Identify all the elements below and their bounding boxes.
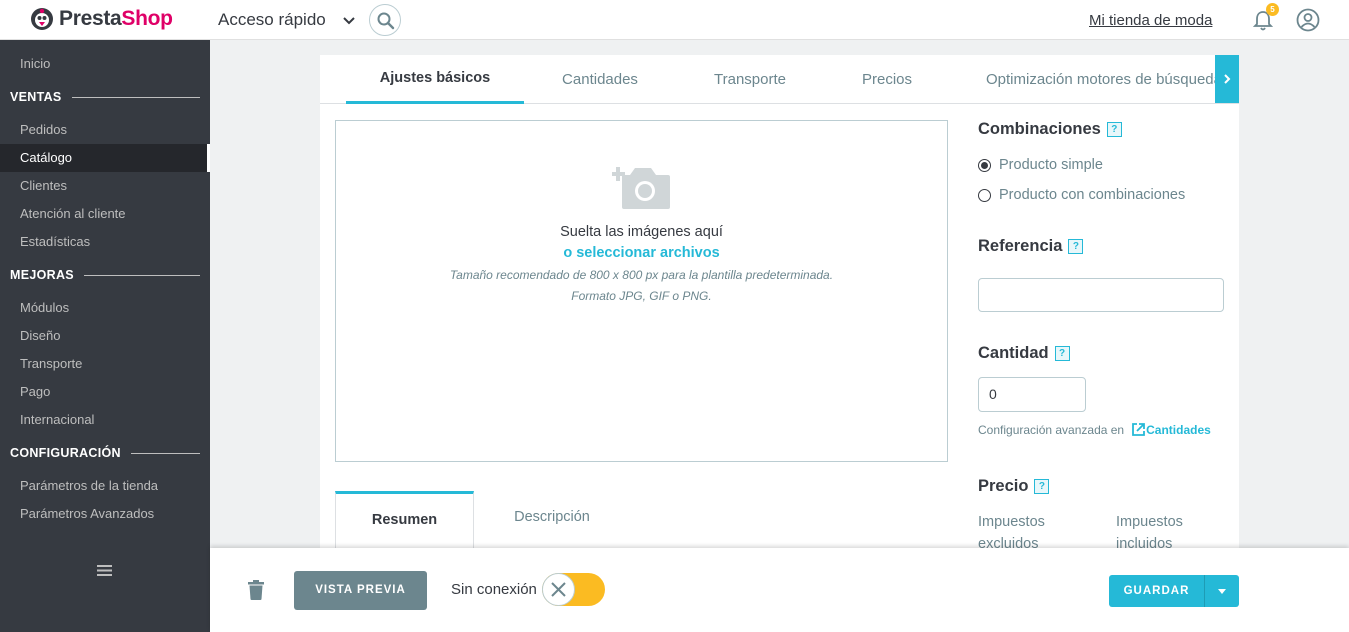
sidebar-item-modulos[interactable]: Módulos	[0, 294, 210, 322]
sidebar-section-configuracion: CONFIGURACIÓN	[10, 446, 200, 460]
close-icon	[551, 582, 566, 597]
price-label: Precio	[978, 477, 1029, 495]
sidebar-item-parametros-avanzados[interactable]: Parámetros Avanzados	[0, 500, 210, 528]
quantities-link-label: Cantidades	[1146, 422, 1211, 437]
tab-seo[interactable]: Optimización motores de búsqueda	[980, 55, 1215, 104]
help-icon[interactable]: ?	[1068, 239, 1084, 254]
add-photo-icon	[612, 167, 670, 209]
notification-badge: 5	[1266, 3, 1279, 16]
help-icon[interactable]: ?	[1106, 122, 1122, 137]
section-divider	[130, 452, 200, 454]
section-title: MEJORAS	[10, 268, 74, 282]
footer-action-bar: VISTA PREVIA Sin conexión GUARDAR	[210, 548, 1349, 632]
trash-icon[interactable]	[248, 580, 264, 600]
section-divider	[71, 96, 200, 98]
tab-precios[interactable]: Precios	[840, 55, 934, 104]
quantity-input[interactable]: 0	[978, 377, 1086, 412]
subtab-resumen[interactable]: Resumen	[335, 491, 474, 555]
radio-label: Producto simple	[999, 157, 1103, 173]
combinations-heading: Combinaciones?	[978, 120, 1122, 139]
online-toggle[interactable]	[542, 573, 605, 606]
quantity-heading: Cantidad?	[978, 344, 1070, 363]
radio-unchecked-icon[interactable]	[978, 188, 991, 202]
sidebar-section-mejoras: MEJORAS	[10, 268, 200, 282]
image-dropzone[interactable]: Suelta las imágenes aquí o seleccionar a…	[335, 120, 948, 462]
combinations-label: Combinaciones	[978, 120, 1101, 138]
sidebar-item-estadisticas[interactable]: Estadísticas	[0, 228, 210, 256]
prestashop-logo[interactable]: PrestaShop	[30, 7, 173, 31]
sidebar-item-catalogo[interactable]: Catálogo	[0, 144, 210, 172]
preview-button[interactable]: VISTA PREVIA	[294, 571, 427, 610]
quantities-link[interactable]: Cantidades	[1131, 422, 1211, 437]
quick-access-label[interactable]: Acceso rápido	[218, 10, 326, 30]
sidebar-item-pedidos[interactable]: Pedidos	[0, 116, 210, 144]
advanced-settings-text: Configuración avanzada en	[978, 422, 1125, 437]
section-title: VENTAS	[10, 90, 62, 104]
offline-label: Sin conexión	[451, 581, 537, 598]
sidebar-item-diseno[interactable]: Diseño	[0, 322, 210, 350]
tab-ajustes-basicos[interactable]: Ajustes básicos	[346, 55, 524, 104]
reference-label: Referencia	[978, 237, 1063, 255]
user-avatar-icon[interactable]	[1296, 8, 1320, 32]
tab-cantidades[interactable]: Cantidades	[540, 55, 660, 104]
logo-text-part1: Presta	[59, 7, 122, 30]
quantity-label: Cantidad	[978, 344, 1049, 362]
sidebar-item-transporte[interactable]: Transporte	[0, 350, 210, 378]
search-button[interactable]	[369, 4, 401, 36]
logo-text: PrestaShop	[59, 7, 173, 31]
dropzone-hint-format: Formato JPG, GIF o PNG.	[571, 289, 712, 303]
chevron-right-icon	[1224, 74, 1231, 84]
sidebar-item-atencion[interactable]: Atención al cliente	[0, 200, 210, 228]
dropzone-title: Suelta las imágenes aquí	[560, 224, 723, 240]
sidebar-item-clientes[interactable]: Clientes	[0, 172, 210, 200]
product-tabs: Ajustes básicos Cantidades Transporte Pr…	[320, 55, 1239, 104]
external-link-icon	[1132, 423, 1146, 436]
top-header: PrestaShop Acceso rápido Mi tienda de mo…	[0, 0, 1349, 40]
section-title: CONFIGURACIÓN	[10, 446, 121, 460]
toggle-knob	[542, 573, 575, 606]
puffin-logo-icon	[31, 8, 53, 30]
advanced-settings-row: Configuración avanzada en Cantidades	[978, 422, 1211, 437]
save-button[interactable]: GUARDAR	[1109, 575, 1204, 607]
save-options-dropdown[interactable]	[1204, 575, 1239, 607]
radio-label: Producto con combinaciones	[999, 187, 1186, 203]
sidebar-item-parametros-tienda[interactable]: Parámetros de la tienda	[0, 472, 210, 500]
sidebar-item-internacional[interactable]: Internacional	[0, 406, 210, 434]
help-icon[interactable]: ?	[1054, 346, 1070, 361]
section-divider	[83, 274, 200, 276]
sidebar-section-ventas: VENTAS	[10, 90, 200, 104]
dropzone-hint-size: Tamaño recomendado de 800 x 800 px para …	[449, 268, 834, 282]
sidebar-item-pago[interactable]: Pago	[0, 378, 210, 406]
sidebar-item-inicio[interactable]: Inicio	[0, 50, 210, 78]
sidebar: Inicio VENTAS Pedidos Catálogo Clientes …	[0, 40, 210, 632]
menu-collapse-icon[interactable]	[97, 564, 112, 577]
tabs-scroll-right-button[interactable]	[1215, 55, 1239, 103]
help-icon[interactable]: ?	[1034, 479, 1050, 494]
shop-name-link[interactable]: Mi tienda de moda	[1089, 12, 1212, 29]
description-subtabs: Resumen Descripción	[335, 491, 948, 555]
product-form-card: Ajustes básicos Cantidades Transporte Pr…	[320, 55, 1239, 555]
radio-simple-product[interactable]: Producto simple	[978, 157, 1103, 173]
logo-text-part2: Shop	[121, 7, 173, 30]
radio-checked-icon[interactable]	[978, 158, 991, 172]
chevron-down-icon[interactable]	[342, 14, 356, 28]
reference-heading: Referencia?	[978, 237, 1084, 256]
price-heading: Precio?	[978, 477, 1050, 496]
reference-input[interactable]	[978, 278, 1224, 312]
subtab-descripcion[interactable]: Descripción	[474, 491, 630, 555]
tab-transporte[interactable]: Transporte	[690, 55, 810, 104]
radio-product-combinations[interactable]: Producto con combinaciones	[978, 187, 1185, 203]
search-icon	[377, 12, 395, 30]
select-files-link[interactable]: o seleccionar archivos	[336, 245, 947, 261]
